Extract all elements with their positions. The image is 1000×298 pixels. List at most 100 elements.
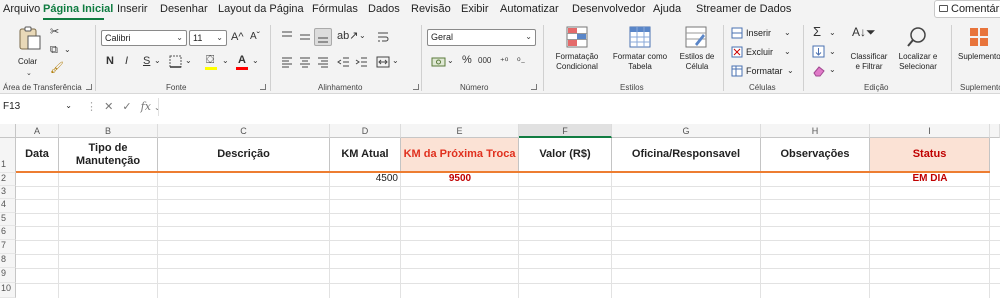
tab-formulas[interactable]: Fórmulas bbox=[312, 3, 358, 15]
tab-layout[interactable]: Layout da Página bbox=[218, 3, 304, 15]
tab-dados[interactable]: Dados bbox=[368, 3, 400, 15]
header-cell-km-atual[interactable]: KM Atual bbox=[330, 138, 401, 171]
orientation-icon[interactable]: ab↗ bbox=[337, 30, 358, 42]
column-header-e[interactable]: E bbox=[401, 124, 519, 138]
column-header-h[interactable]: H bbox=[761, 124, 870, 138]
comma-style-button[interactable]: 000 bbox=[478, 55, 491, 67]
align-bottom-button[interactable] bbox=[314, 28, 332, 46]
column-header-f[interactable]: F bbox=[519, 124, 612, 138]
font-color-button[interactable]: A bbox=[238, 54, 246, 66]
borders-icon[interactable] bbox=[169, 55, 182, 68]
merge-center-icon[interactable] bbox=[376, 55, 390, 69]
column-header-d[interactable]: D bbox=[330, 124, 401, 138]
font-name-select[interactable]: Calibri ⌄ bbox=[101, 30, 187, 46]
autosum-icon[interactable]: Σ bbox=[813, 25, 821, 38]
underline-button[interactable]: S bbox=[143, 55, 150, 67]
font-launcher-icon[interactable] bbox=[260, 84, 266, 90]
chevron-down-icon[interactable]: ⌄ bbox=[359, 30, 366, 42]
comments-button[interactable]: Comentários bbox=[934, 0, 1000, 18]
column-header-a[interactable]: A bbox=[16, 124, 59, 138]
align-right-icon[interactable] bbox=[316, 55, 330, 69]
tab-arquivo[interactable]: Arquivo bbox=[3, 3, 40, 15]
column-header-g[interactable]: G bbox=[612, 124, 761, 138]
cut-icon[interactable]: ✂ bbox=[50, 26, 59, 38]
row-header-3[interactable]: 3 bbox=[0, 186, 16, 199]
tab-streamer[interactable]: Streamer de Dados bbox=[696, 3, 791, 15]
row-header-9[interactable]: 9 bbox=[0, 268, 16, 283]
chevron-down-icon[interactable]: ⌄ bbox=[185, 55, 192, 67]
wrap-text-icon[interactable] bbox=[376, 30, 390, 44]
tab-desenvolvedor[interactable]: Desenvolvedor bbox=[572, 3, 645, 15]
italic-button[interactable]: I bbox=[125, 55, 128, 67]
tab-inserir[interactable]: Inserir bbox=[117, 3, 148, 15]
cell-e2[interactable]: 9500 bbox=[401, 173, 519, 186]
currency-icon[interactable] bbox=[431, 55, 447, 69]
header-cell-data[interactable]: Data bbox=[16, 138, 59, 171]
align-top-icon[interactable] bbox=[280, 30, 294, 44]
number-format-select[interactable]: Geral ⌄ bbox=[427, 29, 536, 46]
clear-icon[interactable] bbox=[812, 64, 826, 77]
shrink-font-button[interactable]: Aˇ bbox=[250, 31, 260, 43]
clipboard-launcher-icon[interactable] bbox=[86, 84, 92, 90]
fill-color-icon[interactable]: ⛋ bbox=[206, 54, 214, 66]
paste-button[interactable]: Colar ⌄ bbox=[16, 24, 44, 77]
tab-exibir[interactable]: Exibir bbox=[461, 3, 489, 15]
formula-input[interactable] bbox=[158, 98, 1000, 116]
format-painter-icon[interactable]: 🖌 bbox=[50, 62, 64, 74]
confirm-icon[interactable]: ✓ bbox=[122, 101, 131, 113]
column-header-j[interactable] bbox=[990, 124, 1000, 138]
decrease-decimal-icon[interactable]: ⁰₋ bbox=[517, 55, 525, 67]
row-header-2[interactable]: 2 bbox=[0, 173, 16, 186]
chevron-down-icon[interactable]: ⌄ bbox=[447, 55, 454, 67]
grow-font-button[interactable]: A^ bbox=[231, 31, 244, 43]
select-all-button[interactable] bbox=[0, 124, 16, 138]
header-cell-status[interactable]: Status bbox=[870, 138, 990, 171]
align-center-icon[interactable] bbox=[298, 55, 312, 69]
header-cell-tipo[interactable]: Tipo de Manutenção bbox=[59, 138, 158, 171]
header-cell-descricao[interactable]: Descrição bbox=[158, 138, 330, 171]
alignment-launcher-icon[interactable] bbox=[413, 84, 419, 90]
column-header-c[interactable]: C bbox=[158, 124, 330, 138]
delete-cells-button[interactable]: Excluir ⌄ bbox=[729, 45, 791, 59]
chevron-down-icon[interactable]: ⌄ bbox=[222, 55, 229, 67]
chevron-down-icon[interactable]: ⌄ bbox=[252, 55, 259, 67]
header-cell-observacoes[interactable]: Observações bbox=[761, 138, 870, 171]
copy-icon[interactable]: ⧉ bbox=[50, 44, 58, 56]
decrease-indent-icon[interactable] bbox=[337, 55, 351, 69]
insert-function-button[interactable]: fx bbox=[141, 100, 151, 113]
worksheet-grid[interactable]: A B C D E F G H I 1 2 3 4 5 6 7 8 9 10 D… bbox=[0, 124, 1000, 298]
increase-indent-icon[interactable] bbox=[355, 55, 369, 69]
addins-button[interactable]: Suplementos bbox=[956, 25, 1000, 80]
format-cells-button[interactable]: Formatar ⌄ bbox=[729, 64, 795, 78]
chevron-down-icon[interactable]: ⌄ bbox=[829, 46, 836, 58]
row-header-6[interactable]: 6 bbox=[0, 226, 16, 240]
fill-icon[interactable] bbox=[812, 45, 825, 58]
conditional-formatting-button[interactable]: Formatação Condicional bbox=[549, 25, 605, 80]
header-cell-valor[interactable]: Valor (R$) bbox=[519, 138, 612, 171]
font-size-select[interactable]: 11 ⌄ bbox=[189, 30, 227, 46]
copy-dropdown-icon[interactable]: ⌄ bbox=[64, 44, 71, 56]
row-header-5[interactable]: 5 bbox=[0, 213, 16, 226]
header-cell-km-proxima[interactable]: KM da Próxima Troca bbox=[401, 138, 519, 171]
row-header-8[interactable]: 8 bbox=[0, 254, 16, 268]
insert-cells-button[interactable]: Inserir ⌄ bbox=[729, 26, 791, 40]
number-launcher-icon[interactable] bbox=[531, 84, 537, 90]
row-header-7[interactable]: 7 bbox=[0, 240, 16, 254]
sort-filter-button[interactable]: A↓⏷ Classificar e Filtrar bbox=[846, 25, 892, 80]
tab-pagina-inicial[interactable]: Página Inicial bbox=[43, 3, 113, 15]
name-box[interactable]: F13 ⌄ bbox=[0, 98, 74, 116]
header-cell-oficina[interactable]: Oficina/Responsavel bbox=[612, 138, 761, 171]
row-header-4[interactable]: 4 bbox=[0, 199, 16, 213]
tab-revisao[interactable]: Revisão bbox=[411, 3, 451, 15]
percent-button[interactable]: % bbox=[462, 54, 472, 66]
row-header-1[interactable]: 1 bbox=[0, 138, 16, 173]
tab-automatizar[interactable]: Automatizar bbox=[500, 3, 559, 15]
bold-button[interactable]: N bbox=[106, 55, 114, 67]
format-as-table-button[interactable]: Formatar como Tabela bbox=[607, 25, 673, 80]
tab-ajuda[interactable]: Ajuda bbox=[653, 3, 681, 15]
increase-decimal-icon[interactable]: ⁺⁰ bbox=[500, 55, 508, 67]
cell-d2[interactable]: 4500 bbox=[330, 173, 401, 186]
cancel-icon[interactable]: ✕ bbox=[104, 101, 113, 113]
cell-styles-button[interactable]: Estilos de Célula bbox=[675, 25, 719, 80]
column-header-b[interactable]: B bbox=[59, 124, 158, 138]
